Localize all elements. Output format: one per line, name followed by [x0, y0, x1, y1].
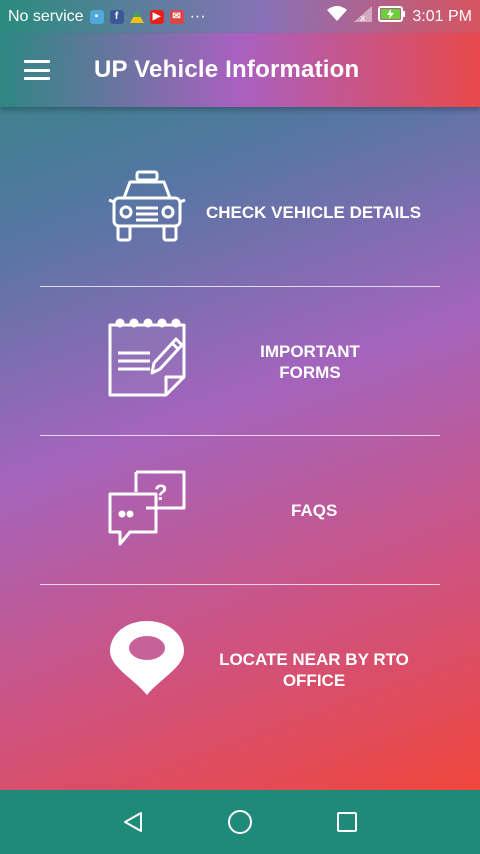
menu-item-faqs[interactable]: ? FAQS — [40, 436, 440, 584]
facebook-icon: f — [109, 9, 124, 24]
location-pin-icon — [106, 617, 188, 699]
menu-list: CHECK VEHICLE DETAILS IMPORTANT FORMS ? … — [40, 138, 440, 733]
app-notification-icon: ▪ — [89, 9, 104, 24]
svg-text:x: x — [360, 14, 366, 22]
app-bar: UP Vehicle Information — [0, 33, 480, 107]
signal-icon: x — [354, 6, 373, 27]
menu-item-important-forms[interactable]: IMPORTANT FORMS — [40, 287, 440, 435]
menu-item-check-vehicle-details[interactable]: CHECK VEHICLE DETAILS — [40, 138, 440, 286]
menu-label-faqs: FAQS — [291, 501, 338, 520]
menu-item-locate-rto-office[interactable]: LOCATE NEAR BY RTO OFFICE — [40, 585, 440, 733]
more-notifications-icon: ··· — [189, 7, 206, 25]
status-left: No service ▪ f ▶ ✉ ··· — [8, 8, 206, 26]
wifi-icon — [326, 6, 348, 27]
menu-label-locate-rto-office: LOCATE NEAR BY RTO OFFICE — [219, 650, 409, 690]
recents-icon[interactable] — [327, 802, 367, 842]
clock-text: 3:01 PM — [412, 7, 472, 25]
menu-label-important-forms-line1: IMPORTANT — [260, 342, 360, 361]
app-title: UP Vehicle Information — [94, 56, 360, 83]
battery-icon — [378, 6, 406, 27]
drive-icon — [129, 10, 144, 24]
navigation-bar — [0, 790, 480, 854]
youtube-icon: ▶ — [149, 9, 164, 24]
notepad-pencil-icon — [106, 317, 188, 399]
menu-label-important-forms-line2: FORMS — [279, 363, 341, 382]
menu-label-check-vehicle-details: CHECK VEHICLE DETAILS — [206, 203, 422, 222]
status-bar: No service ▪ f ▶ ✉ ··· x 3:01 PM — [0, 0, 480, 33]
mail-icon: ✉ — [169, 9, 184, 24]
car-icon — [106, 168, 188, 250]
chat-question-icon: ? — [106, 468, 188, 550]
carrier-text: No service — [8, 7, 84, 25]
menu-label-important-forms: IMPORTANT FORMS — [250, 341, 370, 383]
status-right: x 3:01 PM — [326, 6, 472, 27]
hamburger-menu-icon[interactable] — [24, 60, 50, 80]
back-icon[interactable] — [113, 802, 153, 842]
home-icon[interactable] — [220, 802, 260, 842]
